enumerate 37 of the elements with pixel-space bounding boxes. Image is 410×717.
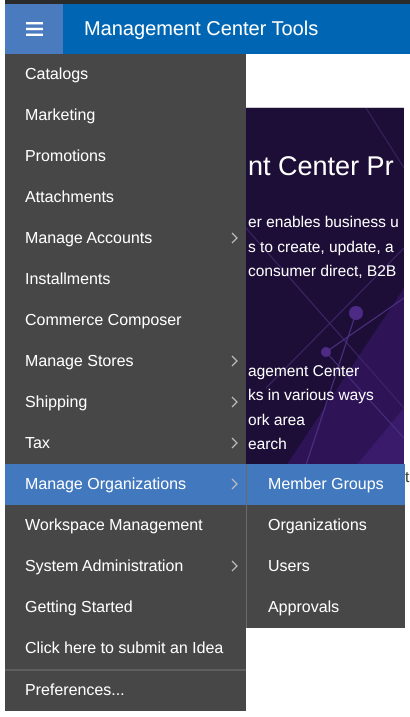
menu-item[interactable]: Marketing (5, 95, 246, 136)
menu-item[interactable]: Catalogs (5, 54, 246, 95)
menu-icon (26, 22, 42, 36)
chevron-icon (231, 396, 238, 408)
menu-item[interactable]: Shipping (5, 382, 246, 423)
menu-item[interactable]: Click here to submit an Idea (5, 628, 246, 669)
banner-text: er enables business u (248, 213, 399, 233)
chevron-icon (231, 437, 238, 449)
chevron-icon (231, 560, 238, 572)
menu-item[interactable]: Getting Started (5, 587, 246, 628)
submenu-item[interactable]: Approvals (247, 587, 405, 628)
submenu-item[interactable]: Users (247, 546, 405, 587)
chevron-icon (231, 478, 238, 490)
chevron-icon (231, 232, 238, 244)
banner-text: consumer direct, B2B (248, 262, 396, 282)
submenu-item[interactable]: Member Groups (247, 464, 405, 505)
menu-item[interactable]: System Administration (5, 546, 246, 587)
menu-item[interactable]: Tax (5, 423, 246, 464)
menu-item[interactable]: Installments (5, 259, 246, 300)
banner-text: s to create, update, a (248, 238, 394, 258)
menu-button[interactable] (5, 4, 63, 54)
menu-item[interactable]: Manage Stores (5, 341, 246, 382)
banner-list-item: earch (248, 435, 287, 455)
app-title: Management Center Tools (84, 18, 318, 40)
chevron-icon (231, 355, 238, 367)
banner-list-item: agement Center (248, 362, 360, 382)
menu-item[interactable]: Commerce Composer (5, 300, 246, 341)
submenu-item[interactable]: Organizations (247, 505, 405, 546)
banner-list-item: ork area (248, 410, 305, 430)
menu-item[interactable]: Manage Organizations (5, 464, 246, 505)
menu-item[interactable]: Preferences... (5, 669, 246, 711)
menu-item[interactable]: Attachments (5, 177, 246, 218)
menu-item[interactable]: Manage Accounts (5, 218, 246, 259)
banner-list-item: ks in various ways (248, 386, 374, 406)
menu-item[interactable]: Promotions (5, 136, 246, 177)
banner-heading: nt Center Pr (248, 150, 395, 182)
menu-item[interactable]: Workspace Management (5, 505, 246, 546)
